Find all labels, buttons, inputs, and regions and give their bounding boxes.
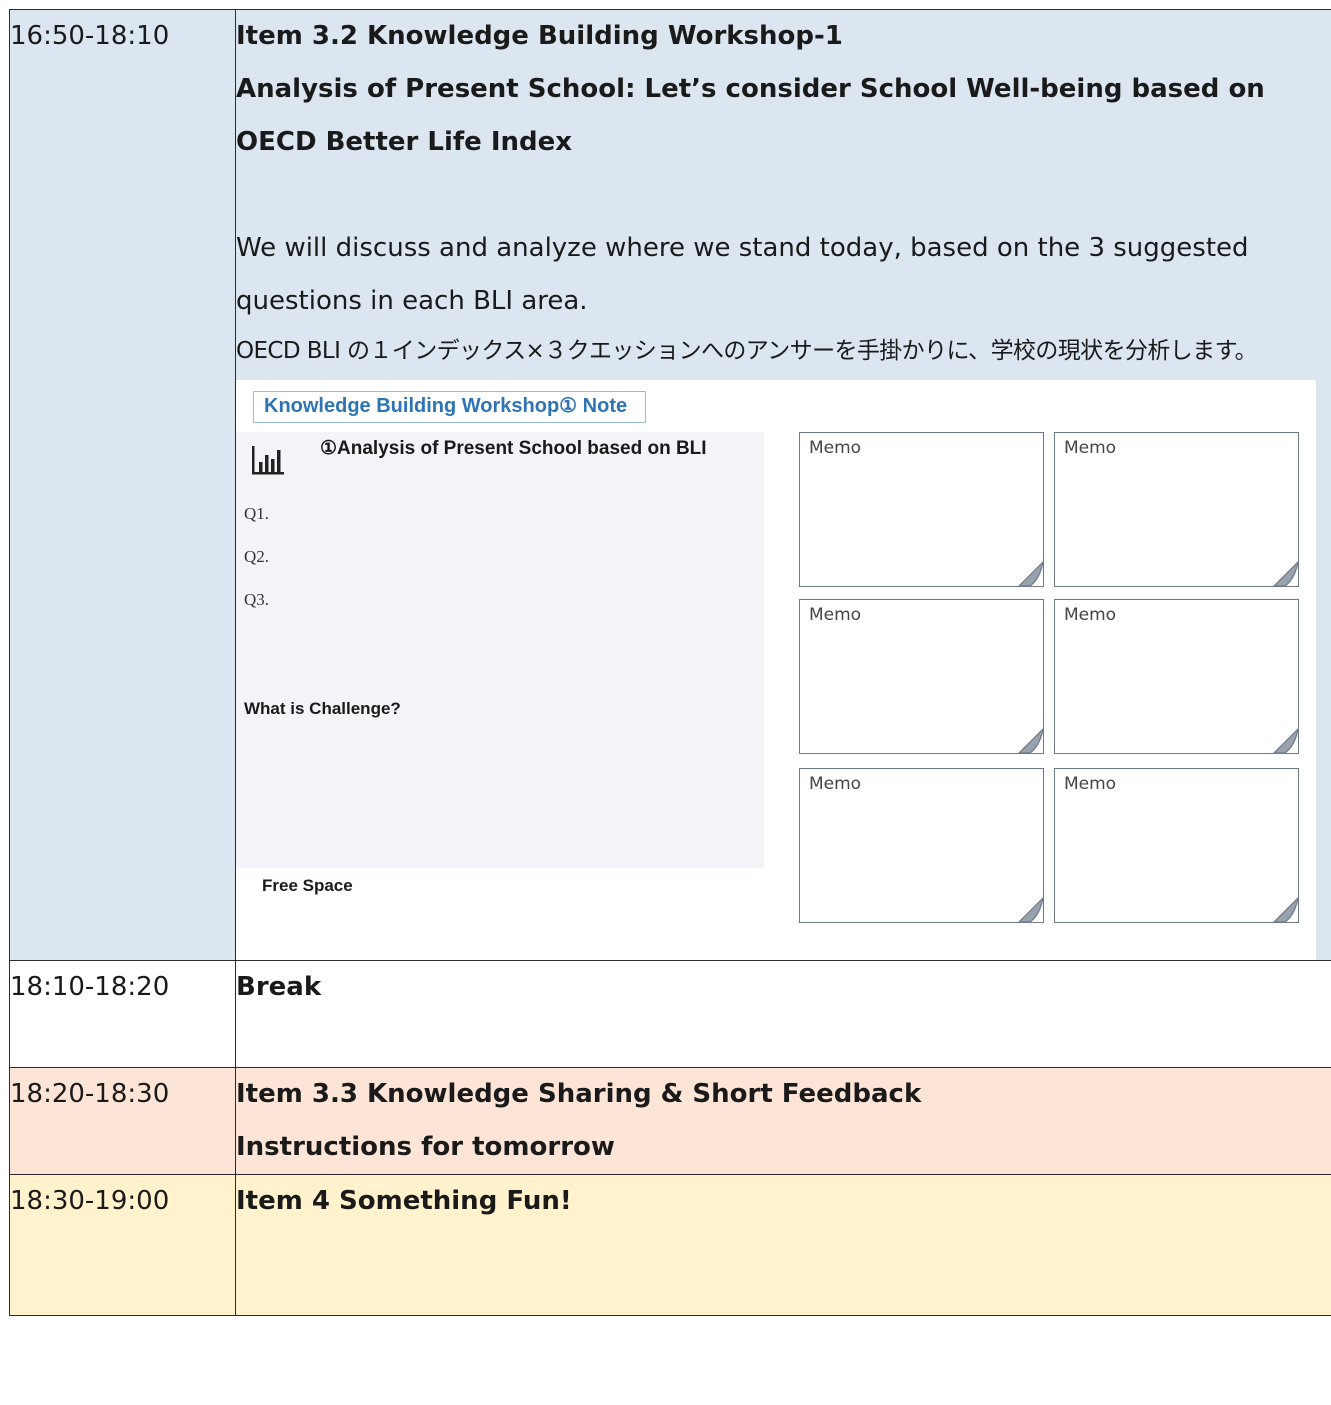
session-cell: Item 4 Something Fun! [235, 1174, 1331, 1316]
session-description-jp: OECD BLI の１インデックス×３クエッションへのアンサーを手掛かりに、学校… [236, 338, 1258, 364]
question-label: Q2. [244, 547, 270, 566]
memo-label: Memo [1064, 438, 1117, 458]
analysis-title: ①Analysis of Present School based on BLI [320, 438, 707, 459]
bar-chart-icon [252, 446, 284, 475]
time-cell: 18:20-18:30 [9, 1067, 236, 1175]
session-title: Item 4 Something Fun! [236, 1186, 572, 1216]
session-title: OECD Better Life Index [236, 127, 573, 157]
schedule-row: 16:50-18:10 Item 3.2 Knowledge Building … [9, 9, 1331, 961]
page-curl-icon [1018, 728, 1044, 754]
session-title: Item 3.2 Knowledge Building Workshop-1 [236, 21, 843, 51]
session-description: questions in each BLI area. [236, 286, 588, 316]
session-cell: Item 3.2 Knowledge Building Workshop-1 A… [235, 9, 1331, 961]
session-title: Analysis of Present School: Let’s consid… [236, 74, 1265, 104]
schedule-row: 18:20-18:30 Item 3.3 Knowledge Sharing &… [9, 1067, 1331, 1175]
schedule-table: 16:50-18:10 Item 3.2 Knowledge Building … [9, 9, 1331, 1316]
question-label: Q1. [244, 504, 270, 523]
challenge-label: What is Challenge? [244, 699, 401, 718]
question-label: Q3. [244, 590, 270, 609]
schedule-row: 18:10-18:20 Break [9, 960, 1331, 1068]
page-curl-icon [1273, 897, 1299, 923]
memo-label: Memo [1064, 605, 1117, 625]
workshop-note-image: Knowledge Building Workshop① Note ①Analy… [236, 380, 1316, 960]
page-curl-icon [1018, 561, 1044, 587]
memo-card: Memo [799, 599, 1044, 754]
memo-card: Memo [799, 432, 1044, 587]
memo-label: Memo [1064, 774, 1117, 794]
session-description: We will discuss and analyze where we sta… [236, 233, 1249, 263]
memo-label: Memo [809, 438, 862, 458]
page-curl-icon [1273, 561, 1299, 587]
memo-card: Memo [1054, 768, 1299, 923]
free-space-label: Free Space [262, 876, 353, 895]
page-curl-icon [1018, 897, 1044, 923]
time-cell: 18:10-18:20 [9, 960, 236, 1068]
note-title-tag: Knowledge Building Workshop① Note [253, 391, 646, 423]
time-cell: 16:50-18:10 [9, 9, 236, 961]
time-cell: 18:30-19:00 [9, 1174, 236, 1316]
session-title: Item 3.3 Knowledge Sharing & Short Feedb… [236, 1079, 922, 1109]
memo-card: Memo [1054, 599, 1299, 754]
session-cell: Break [235, 960, 1331, 1068]
analysis-panel: ①Analysis of Present School based on BLI… [236, 432, 764, 868]
session-title: Instructions for tomorrow [236, 1132, 615, 1162]
memo-label: Memo [809, 774, 862, 794]
session-cell: Item 3.3 Knowledge Sharing & Short Feedb… [235, 1067, 1331, 1175]
page-curl-icon [1273, 728, 1299, 754]
memo-card: Memo [799, 768, 1044, 923]
schedule-row: 18:30-19:00 Item 4 Something Fun! [9, 1174, 1331, 1316]
memo-card: Memo [1054, 432, 1299, 587]
session-title: Break [236, 972, 322, 1002]
memo-label: Memo [809, 605, 862, 625]
